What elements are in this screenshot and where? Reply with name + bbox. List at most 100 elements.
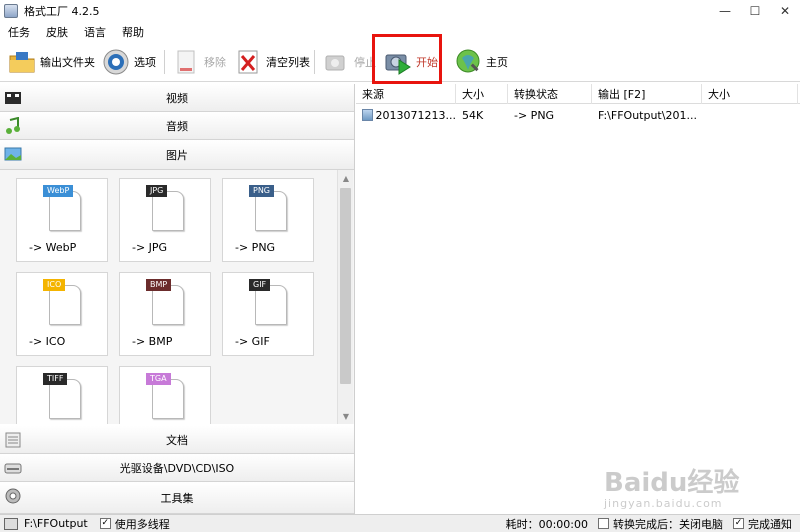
ico-file-icon: ICO — [43, 279, 83, 327]
category-image[interactable]: 图片 — [0, 140, 354, 170]
format-tile-tiff[interactable]: TIFF — [16, 366, 108, 424]
cell-status: -> PNG — [514, 108, 555, 122]
format-grid: WebP -> WebP JPG -> JPG PNG -> PNG ICO -> ICO BM… — [0, 170, 354, 424]
status-bar: F:\FFOutput ✓ 使用多线程 耗时：00:00:00 转换完成后：关闭… — [0, 514, 800, 532]
file-page-icon — [49, 191, 81, 231]
clear-list-button[interactable]: 清空列表 — [234, 46, 310, 78]
category-panel: 视频 音频 图片 WebP -> WebP JPG -> JPG PNG -> PNG IC… — [0, 84, 355, 514]
toolbar-separator — [164, 50, 165, 74]
window-title: 格式工厂 4.2.5 — [24, 5, 100, 18]
column-status[interactable]: 转换状态 — [508, 84, 592, 104]
category-tools[interactable]: 工具集 — [0, 482, 354, 514]
bmp-file-icon: BMP — [146, 279, 186, 327]
format-tile-webp[interactable]: WebP -> WebP — [16, 178, 108, 262]
file-page-icon — [255, 191, 287, 231]
format-badge: PNG — [249, 185, 275, 197]
format-badge: JPG — [146, 185, 168, 197]
table-row[interactable]: 2013071213... 54K -> PNG F:\FFOutput\201… — [356, 104, 800, 126]
remove-icon — [172, 48, 200, 76]
file-page-icon — [49, 285, 81, 325]
format-label: -> WebP — [29, 241, 77, 254]
jpg-file-icon: JPG — [146, 185, 186, 233]
picture-icon — [4, 145, 22, 163]
disc-drive-icon — [4, 459, 22, 477]
category-audio[interactable]: 音频 — [0, 112, 354, 140]
app-icon — [4, 4, 18, 18]
remove-button[interactable]: 移除 — [172, 46, 226, 78]
stop-button[interactable]: 停止 — [322, 46, 376, 78]
menu-task[interactable]: 任务 — [8, 24, 30, 40]
scroll-up-arrow-icon[interactable]: ▲ — [338, 170, 354, 186]
gif-file-icon: GIF — [249, 279, 289, 327]
format-tile-bmp[interactable]: BMP -> BMP — [119, 272, 211, 356]
home-icon — [454, 48, 482, 76]
format-label: -> ICO — [29, 335, 66, 348]
tga-file-icon: TGA — [146, 373, 186, 421]
output-path[interactable]: F:\FFOutput — [24, 517, 88, 530]
format-badge: WebP — [43, 185, 74, 197]
menu-language[interactable]: 语言 — [84, 24, 106, 40]
category-optical[interactable]: 光驱设备\DVD\CD\ISO — [0, 454, 354, 482]
format-label: -> JPG — [132, 241, 168, 254]
format-tile-png[interactable]: PNG -> PNG — [222, 178, 314, 262]
cell-source: 2013071213... — [356, 104, 456, 126]
cell-size: 54K — [462, 108, 484, 122]
file-page-icon — [152, 379, 184, 419]
format-scrollbar[interactable]: ▲ ▼ — [337, 170, 353, 424]
format-tile-jpg[interactable]: JPG -> JPG — [119, 178, 211, 262]
elapsed-time: 耗时：00:00:00 — [505, 517, 588, 531]
format-badge: TGA — [146, 373, 171, 385]
menu-help[interactable]: 帮助 — [122, 24, 144, 40]
notify-checkbox[interactable]: ✓ — [733, 518, 744, 529]
file-page-icon — [49, 379, 81, 419]
stop-icon — [322, 48, 350, 76]
task-list-panel: 来源 大小 转换状态 输出 [F2] 大小 2013071213... 54K … — [356, 84, 800, 514]
format-badge: GIF — [249, 279, 271, 291]
webp-file-icon: WebP — [43, 185, 83, 233]
folder-icon — [8, 48, 36, 76]
shutdown-checkbox[interactable] — [598, 518, 609, 529]
format-label: -> BMP — [132, 335, 173, 348]
file-page-icon — [152, 191, 184, 231]
category-video[interactable]: 视频 — [0, 84, 354, 112]
close-button[interactable]: ✕ — [770, 0, 800, 22]
maximize-button[interactable]: ☐ — [740, 0, 770, 22]
format-label: -> GIF — [235, 335, 270, 348]
scroll-down-arrow-icon[interactable]: ▼ — [338, 408, 354, 424]
list-header: 来源 大小 转换状态 输出 [F2] 大小 — [356, 84, 800, 104]
format-label: -> PNG — [235, 241, 276, 254]
image-file-icon — [362, 109, 373, 121]
cell-output: F:\FFOutput\201... — [598, 108, 697, 122]
menu-skin[interactable]: 皮肤 — [46, 24, 68, 40]
format-badge: ICO — [43, 279, 66, 291]
start-highlight-box — [372, 34, 442, 84]
multithread-checkbox[interactable]: ✓ — [99, 518, 111, 529]
category-document[interactable]: 文档 — [0, 426, 354, 454]
format-tile-ico[interactable]: ICO -> ICO — [16, 272, 108, 356]
column-output-size[interactable]: 大小 — [702, 84, 798, 104]
scroll-thumb[interactable] — [340, 188, 351, 384]
output-folder-button[interactable]: 输出文件夹 — [8, 46, 95, 78]
minimize-button[interactable]: — — [710, 0, 740, 22]
folder-small-icon — [4, 517, 18, 530]
file-page-icon — [255, 285, 287, 325]
clear-icon — [234, 48, 262, 76]
column-source[interactable]: 来源 — [356, 84, 456, 104]
window-controls: — ☐ ✕ — [710, 0, 800, 22]
toolbar-separator — [314, 50, 315, 74]
format-badge: BMP — [146, 279, 172, 291]
format-tile-gif[interactable]: GIF -> GIF — [222, 272, 314, 356]
film-icon — [4, 89, 22, 107]
format-badge: TIFF — [43, 373, 68, 385]
options-button[interactable]: 选项 — [102, 46, 156, 78]
cell-output-size — [702, 104, 798, 126]
tools-icon — [4, 487, 22, 505]
tiff-file-icon: TIFF — [43, 373, 83, 421]
home-button[interactable]: 主页 — [454, 46, 508, 78]
music-icon — [4, 116, 22, 135]
title-bar: 格式工厂 4.2.5 — ☐ ✕ — [0, 0, 800, 22]
column-size[interactable]: 大小 — [456, 84, 508, 104]
column-output[interactable]: 输出 [F2] — [592, 84, 702, 104]
format-tile-tga[interactable]: TGA — [119, 366, 211, 424]
gear-icon — [102, 48, 130, 76]
